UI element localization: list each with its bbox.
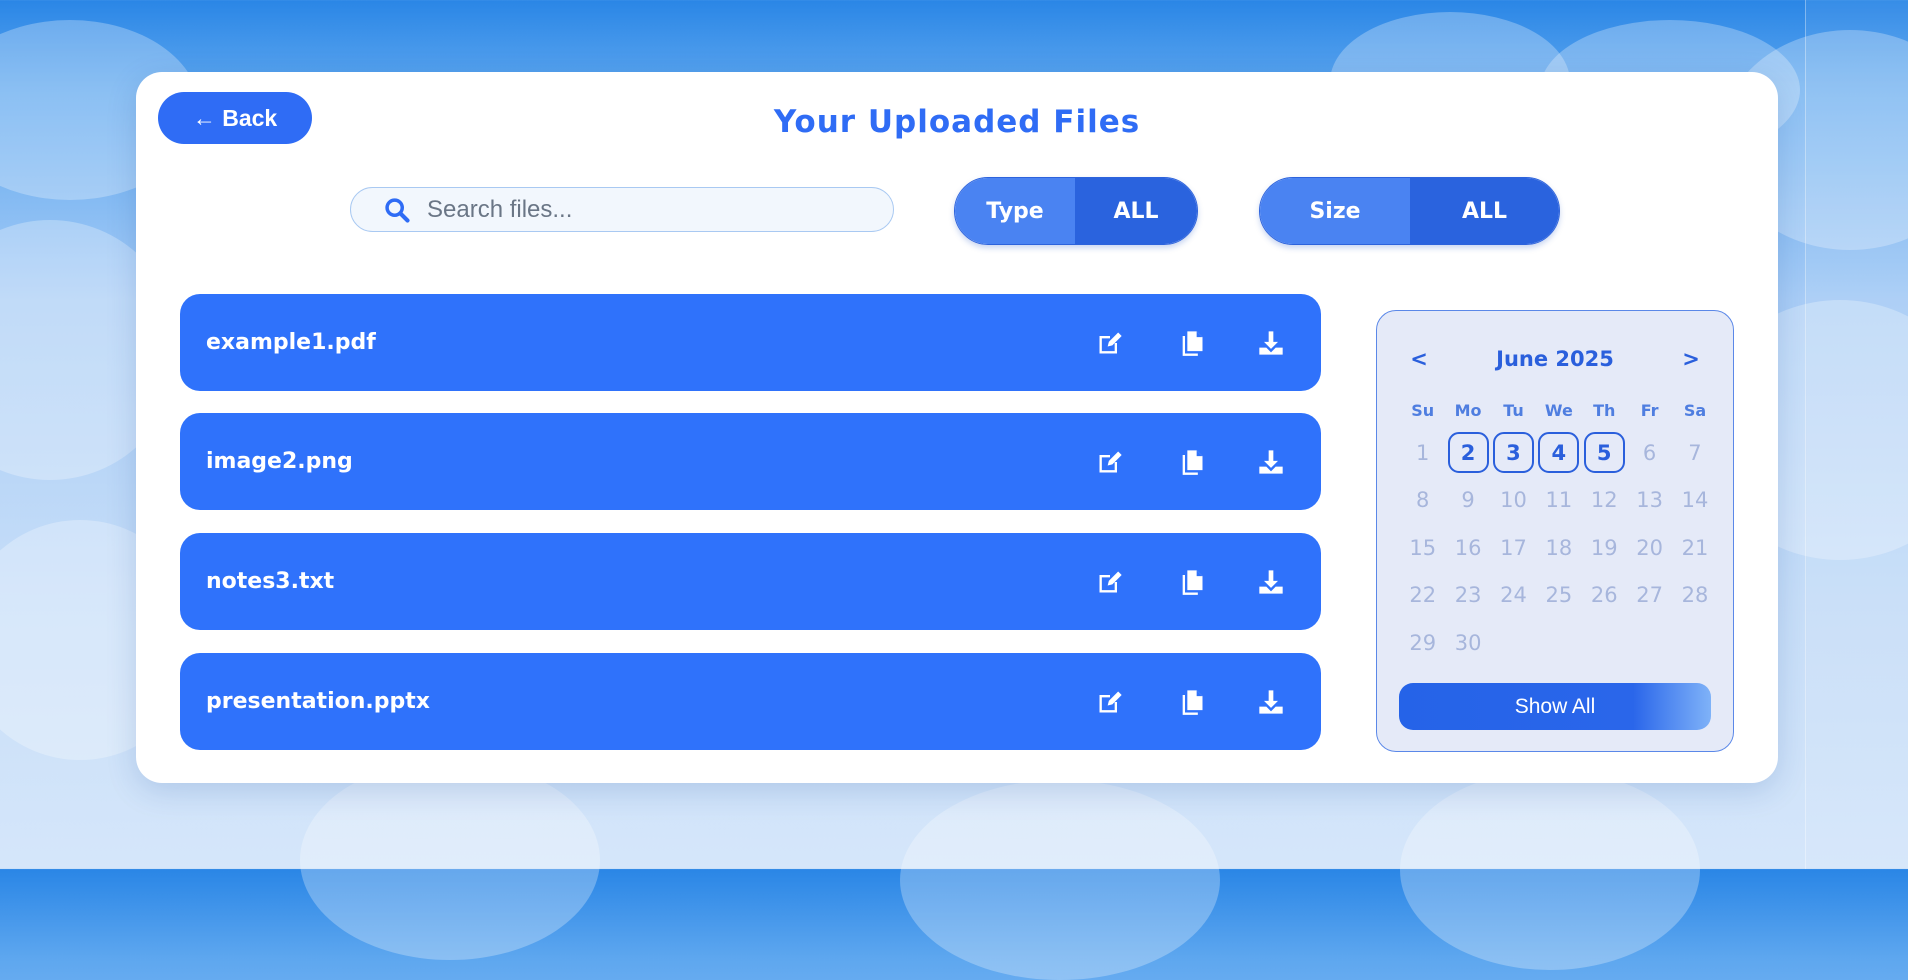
calendar-week: 22 23 24 25 26 27 28 xyxy=(1400,572,1718,620)
type-filter-label: Type xyxy=(955,178,1075,244)
calendar-grid: 1 2 3 4 5 6 7 8 9 10 11 12 13 14 15 16 17 18 19 20 21 22 23 24 2… xyxy=(1400,429,1718,667)
calendar-day[interactable]: 1 xyxy=(1400,433,1445,473)
calendar-day-highlighted[interactable]: 3 xyxy=(1492,432,1534,474)
weekday-label: Th xyxy=(1593,401,1616,420)
calendar-day[interactable]: 19 xyxy=(1582,528,1627,568)
copy-icon[interactable] xyxy=(1176,327,1208,359)
weekday-label: Mo xyxy=(1454,401,1482,420)
search-input[interactable] xyxy=(425,194,893,225)
download-icon[interactable] xyxy=(1255,327,1287,359)
show-all-button[interactable]: Show All xyxy=(1399,683,1711,730)
size-filter: Size ALL xyxy=(1259,177,1560,245)
calendar-day[interactable]: 22 xyxy=(1400,575,1445,615)
calendar-day[interactable]: 16 xyxy=(1445,528,1490,568)
calendar-weekdays: Su Mo Tu We Th Fr Sa xyxy=(1400,401,1718,420)
calendar-day[interactable]: 10 xyxy=(1491,480,1536,520)
edit-icon[interactable] xyxy=(1094,686,1126,718)
copy-icon[interactable] xyxy=(1176,686,1208,718)
search-icon xyxy=(385,197,410,223)
download-icon[interactable] xyxy=(1255,446,1287,478)
weekday-label: Tu xyxy=(1503,401,1524,420)
file-name: image2.png xyxy=(206,449,353,474)
file-row[interactable]: image2.png xyxy=(180,413,1321,510)
calendar-week: 8 9 10 11 12 13 14 xyxy=(1400,477,1718,525)
calendar: < June 2025 > Su Mo Tu We Th Fr Sa 12345… xyxy=(1376,310,1734,752)
file-name: example1.pdf xyxy=(206,330,376,355)
calendar-day[interactable]: 14 xyxy=(1672,480,1717,520)
search-box xyxy=(350,187,894,232)
calendar-day[interactable]: 26 xyxy=(1582,575,1627,615)
edit-icon[interactable] xyxy=(1094,327,1126,359)
copy-icon[interactable] xyxy=(1176,566,1208,598)
calendar-day[interactable]: 11 xyxy=(1536,480,1581,520)
download-icon[interactable] xyxy=(1255,686,1287,718)
calendar-day[interactable]: 30 xyxy=(1445,623,1490,663)
type-filter-value[interactable]: ALL xyxy=(1075,178,1197,244)
calendar-day-highlighted[interactable]: 2 xyxy=(1447,432,1489,474)
page-title: Your Uploaded Files xyxy=(773,104,1141,140)
right-divider-strip xyxy=(1805,0,1908,869)
calendar-next-button[interactable]: > xyxy=(1676,347,1706,371)
calendar-day[interactable]: 7 xyxy=(1672,433,1717,473)
type-filter: Type ALL xyxy=(954,177,1198,245)
calendar-day[interactable]: 13 xyxy=(1627,480,1672,520)
calendar-day[interactable]: 29 xyxy=(1400,623,1445,663)
file-name: presentation.pptx xyxy=(206,689,430,714)
file-row[interactable]: presentation.pptx xyxy=(180,653,1321,750)
size-filter-label: Size xyxy=(1260,178,1410,244)
calendar-day[interactable]: 27 xyxy=(1627,575,1672,615)
calendar-day[interactable]: 21 xyxy=(1672,528,1717,568)
weekday-label: Sa xyxy=(1683,401,1707,420)
calendar-header: < June 2025 > xyxy=(1377,347,1733,379)
calendar-day[interactable]: 24 xyxy=(1491,575,1536,615)
calendar-day-highlighted[interactable]: 4 xyxy=(1538,432,1580,474)
download-icon[interactable] xyxy=(1255,566,1287,598)
calendar-day[interactable]: 20 xyxy=(1627,528,1672,568)
size-filter-value[interactable]: ALL xyxy=(1410,178,1559,244)
files-card: ← Back Your Uploaded Files Type ALL Size… xyxy=(136,72,1778,783)
calendar-day[interactable]: 9 xyxy=(1445,480,1490,520)
calendar-day-highlighted[interactable]: 5 xyxy=(1583,432,1625,474)
calendar-day[interactable]: 25 xyxy=(1536,575,1581,615)
calendar-week: 1234567 xyxy=(1400,429,1718,477)
calendar-week: 29 30 xyxy=(1400,619,1718,667)
edit-icon[interactable] xyxy=(1094,446,1126,478)
file-row[interactable]: example1.pdf xyxy=(180,294,1321,391)
calendar-day[interactable]: 6 xyxy=(1627,433,1672,473)
calendar-week: 15 16 17 18 19 20 21 xyxy=(1400,524,1718,572)
weekday-label: Su xyxy=(1411,401,1435,420)
calendar-day[interactable]: 17 xyxy=(1491,528,1536,568)
calendar-day[interactable]: 15 xyxy=(1400,528,1445,568)
weekday-label: Fr xyxy=(1640,401,1659,420)
file-name: notes3.txt xyxy=(206,569,335,594)
calendar-day[interactable]: 18 xyxy=(1536,528,1581,568)
file-row[interactable]: notes3.txt xyxy=(180,533,1321,630)
copy-icon[interactable] xyxy=(1176,446,1208,478)
calendar-day[interactable]: 23 xyxy=(1445,575,1490,615)
calendar-day[interactable]: 8 xyxy=(1400,480,1445,520)
edit-icon[interactable] xyxy=(1094,566,1126,598)
calendar-day[interactable]: 12 xyxy=(1582,480,1627,520)
calendar-day[interactable]: 28 xyxy=(1672,575,1717,615)
weekday-label: We xyxy=(1544,401,1573,420)
